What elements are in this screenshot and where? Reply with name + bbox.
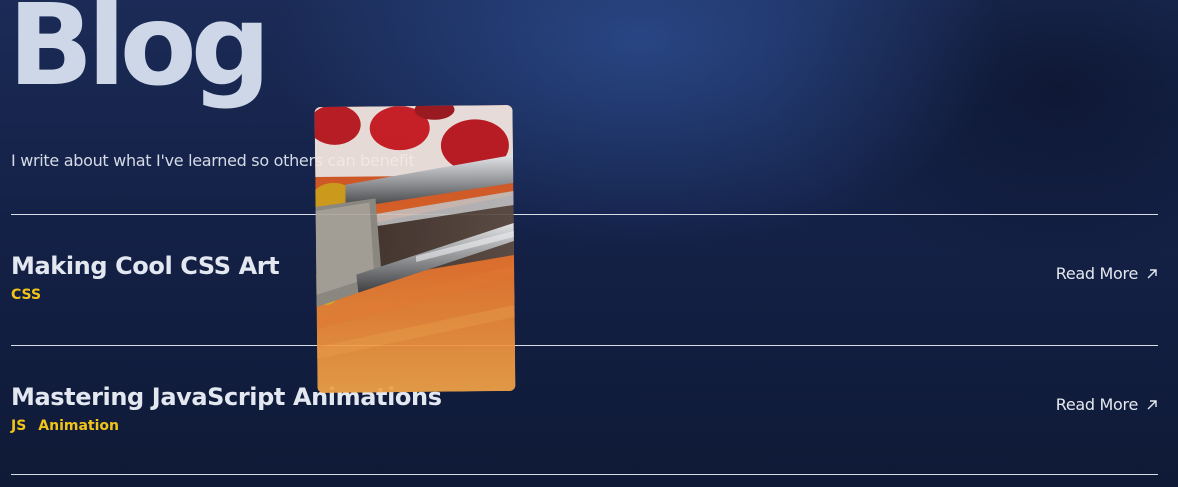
divider	[11, 214, 1158, 215]
blog-page: Blog I write about what I've learned so …	[0, 0, 1178, 487]
page-title: Blog	[8, 0, 271, 111]
tag[interactable]: CSS	[11, 287, 41, 303]
arrow-up-right-icon	[1147, 268, 1157, 278]
read-more-link[interactable]: Read More	[1056, 264, 1158, 283]
read-more-link[interactable]: Read More	[1056, 395, 1158, 414]
divider	[11, 474, 1158, 475]
post-title[interactable]: Making Cool CSS Art	[11, 252, 280, 280]
post-row[interactable]: Making Cool CSS Art CSS Read More	[11, 252, 1158, 322]
post-row[interactable]: Mastering JavaScript Animations JS Anima…	[11, 383, 1158, 453]
read-more-label: Read More	[1055, 395, 1139, 414]
post-tags: CSS	[11, 287, 41, 303]
tag[interactable]: Animation	[38, 418, 119, 434]
arrow-up-right-icon	[1147, 399, 1157, 409]
paintbrush-photo-icon	[314, 104, 516, 394]
tag[interactable]: JS	[11, 418, 26, 434]
post-preview-image	[314, 104, 516, 394]
divider	[11, 345, 1158, 346]
read-more-label: Read More	[1055, 264, 1139, 283]
post-tags: JS Animation	[11, 418, 119, 434]
